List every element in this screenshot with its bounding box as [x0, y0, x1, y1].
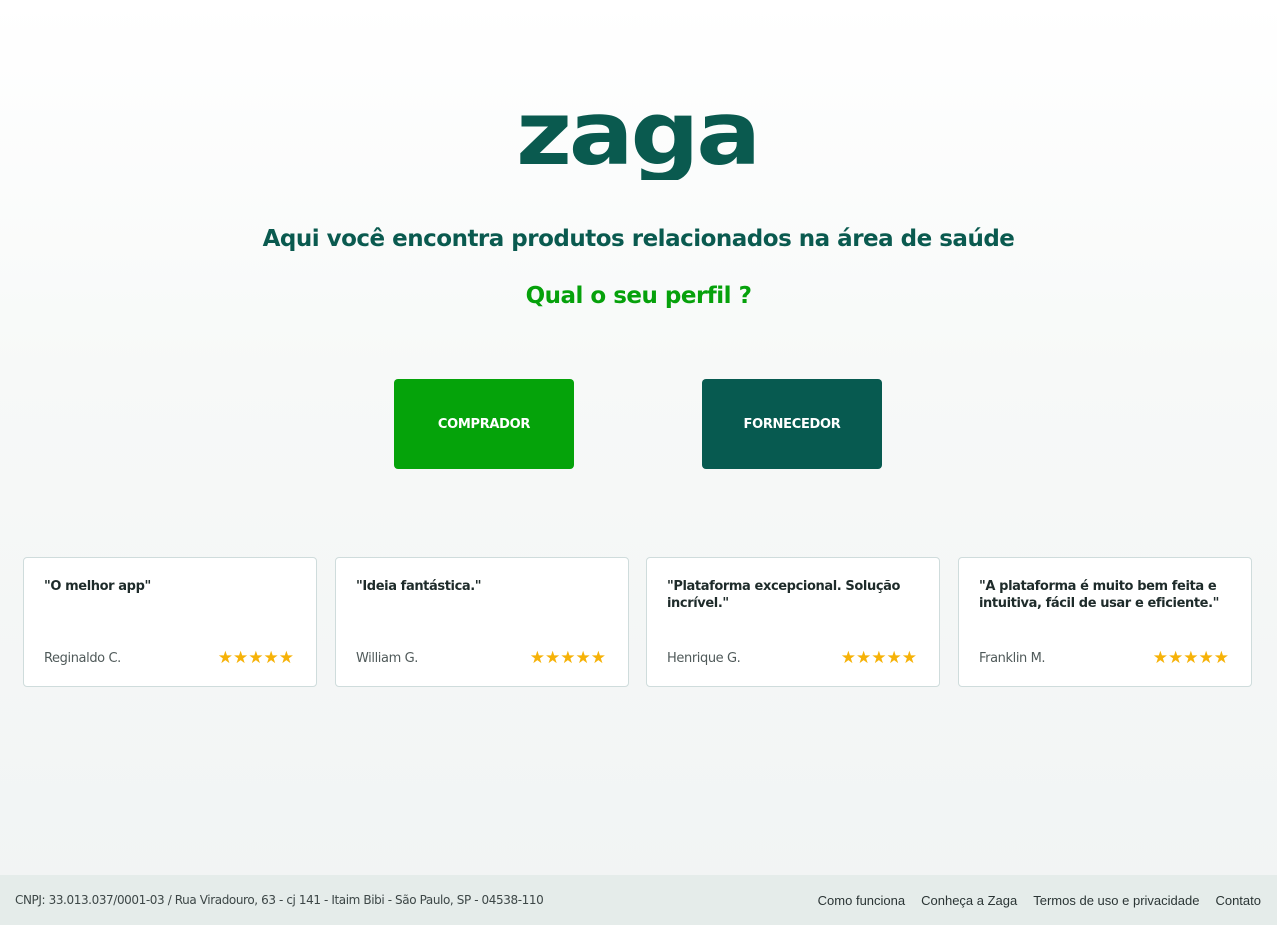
footer-link-conheca-a-zaga[interactable]: Conheça a Zaga: [921, 893, 1017, 908]
star-rating-icon: ★★★★★: [529, 648, 606, 668]
star-rating-icon: ★★★★★: [1152, 648, 1229, 668]
supplier-button[interactable]: FORNECEDOR: [702, 379, 882, 469]
company-info: CNPJ: 33.013.037/0001-03 / Rua Viradouro…: [15, 893, 544, 907]
footer-nav: Como funciona Conheça a Zaga Termos de u…: [818, 893, 1261, 908]
testimonial-author: William G.: [356, 651, 418, 666]
testimonial-card: "A plataforma é muito bem feita e intuit…: [958, 557, 1252, 687]
page-headline: Aqui você encontra produtos relacionados…: [262, 226, 1015, 252]
testimonial-quote: "O melhor app": [44, 579, 151, 594]
footer-link-termos[interactable]: Termos de uso e privacidade: [1033, 893, 1199, 908]
footer-link-contato[interactable]: Contato: [1215, 893, 1261, 908]
testimonial-author: Reginaldo C.: [44, 651, 121, 666]
testimonial-quote: "A plataforma é muito bem feita e intuit…: [979, 579, 1219, 611]
testimonial-card: "Ideia fantástica." William G. ★★★★★: [335, 557, 629, 687]
zaga-logo: zaga: [516, 96, 760, 180]
svg-text:zaga: zaga: [516, 96, 758, 180]
testimonial-quote: "Plataforma excepcional. Solução incríve…: [667, 579, 901, 611]
page-footer: CNPJ: 33.013.037/0001-03 / Rua Viradouro…: [0, 875, 1277, 925]
testimonial-card: "O melhor app" Reginaldo C. ★★★★★: [23, 557, 317, 687]
testimonial-quote: "Ideia fantástica.": [356, 579, 482, 594]
profile-question: Qual o seu perfil ?: [525, 283, 752, 309]
testimonial-author: Franklin M.: [979, 651, 1046, 666]
testimonial-author: Henrique G.: [667, 651, 741, 666]
star-rating-icon: ★★★★★: [840, 648, 917, 668]
testimonial-card: "Plataforma excepcional. Solução incríve…: [646, 557, 940, 687]
footer-link-como-funciona[interactable]: Como funciona: [818, 893, 905, 908]
buyer-button[interactable]: COMPRADOR: [394, 379, 574, 469]
star-rating-icon: ★★★★★: [217, 648, 294, 668]
